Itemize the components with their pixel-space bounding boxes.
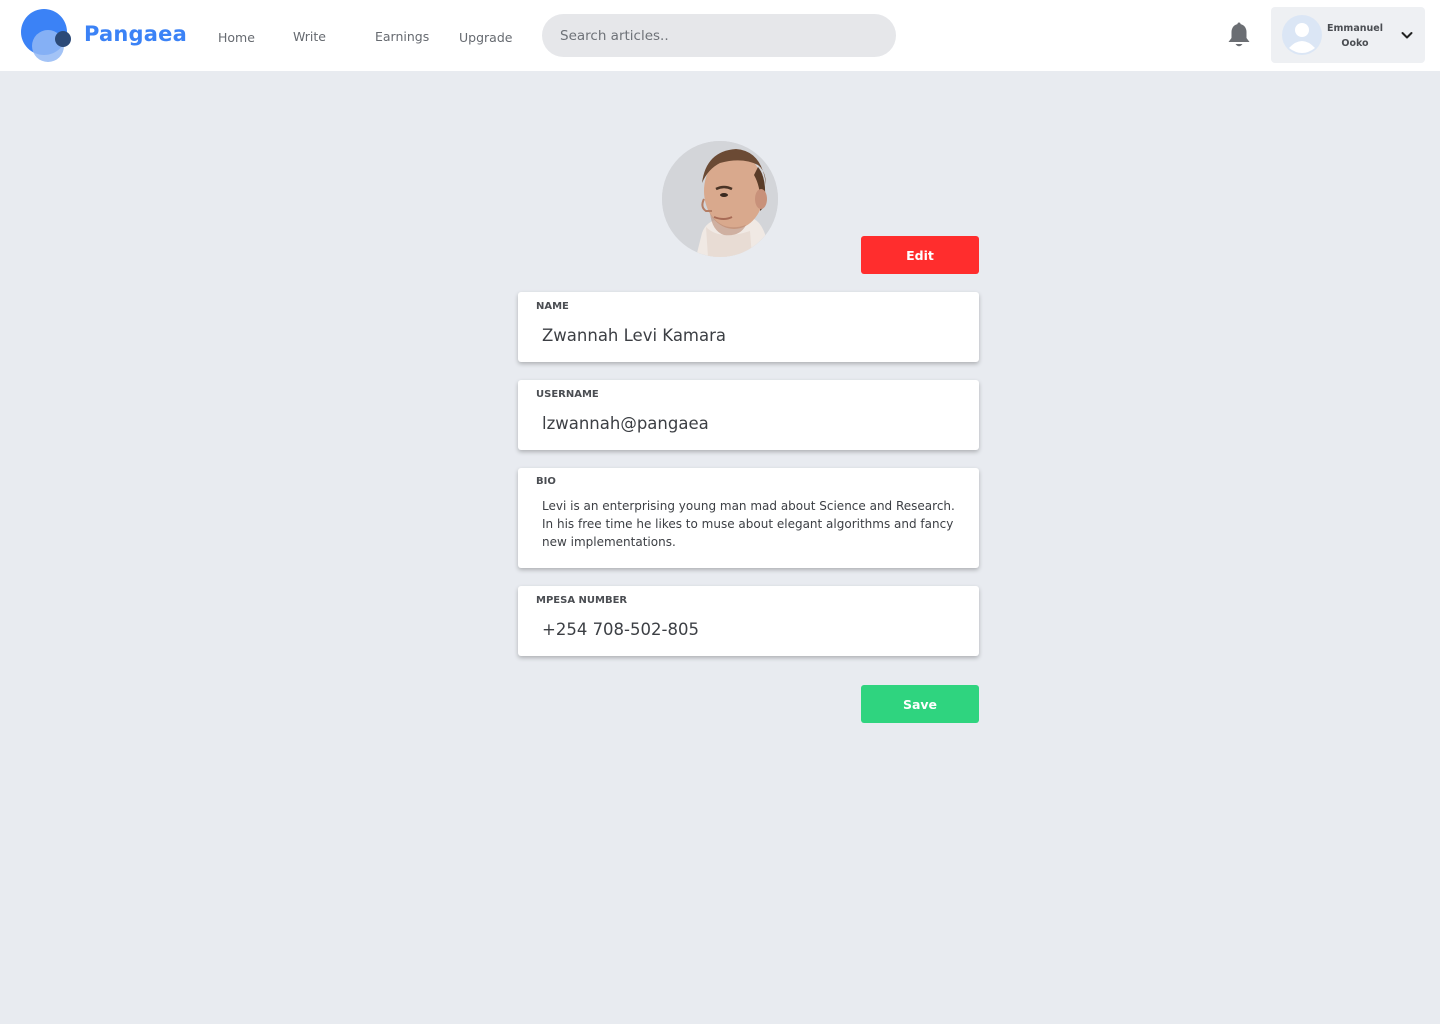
username-input[interactable] — [542, 414, 962, 433]
mpesa-label: MPESA NUMBER — [536, 595, 628, 606]
user-last-name: Ooko — [1341, 38, 1369, 49]
nav-upgrade[interactable]: Upgrade — [459, 30, 512, 45]
search-input[interactable] — [542, 14, 896, 57]
bell-icon[interactable] — [1226, 22, 1252, 49]
profile-photo-image — [662, 141, 778, 257]
user-menu[interactable]: Emmanuel Ooko — [1271, 7, 1425, 63]
nav-home[interactable]: Home — [218, 30, 255, 45]
profile-photo[interactable] — [662, 141, 778, 257]
user-first-name: Emmanuel — [1327, 23, 1383, 34]
top-navbar: Pangaea Home Write Earnings Upgrade Emma… — [0, 0, 1440, 71]
mpesa-input[interactable] — [542, 620, 962, 639]
brand-name[interactable]: Pangaea — [84, 22, 187, 46]
save-button[interactable]: Save — [861, 685, 979, 723]
name-label: NAME — [536, 301, 569, 312]
bio-textarea[interactable]: Levi is an enterprising young man mad ab… — [542, 497, 962, 557]
name-field: NAME — [518, 292, 979, 362]
name-input[interactable] — [542, 326, 962, 345]
pangaea-logo-icon[interactable] — [21, 8, 73, 64]
bio-field: BIO Levi is an enterprising young man ma… — [518, 468, 979, 568]
user-name: Emmanuel Ooko — [1323, 21, 1387, 51]
username-field: USERNAME — [518, 380, 979, 450]
nav-write[interactable]: Write — [293, 29, 326, 44]
user-avatar-icon — [1282, 15, 1322, 55]
username-label: USERNAME — [536, 389, 599, 400]
mpesa-field: MPESA NUMBER — [518, 586, 979, 656]
edit-button[interactable]: Edit — [861, 236, 979, 274]
nav-earnings[interactable]: Earnings — [375, 29, 429, 44]
chevron-down-icon[interactable] — [1400, 28, 1414, 42]
bio-label: BIO — [536, 476, 556, 487]
